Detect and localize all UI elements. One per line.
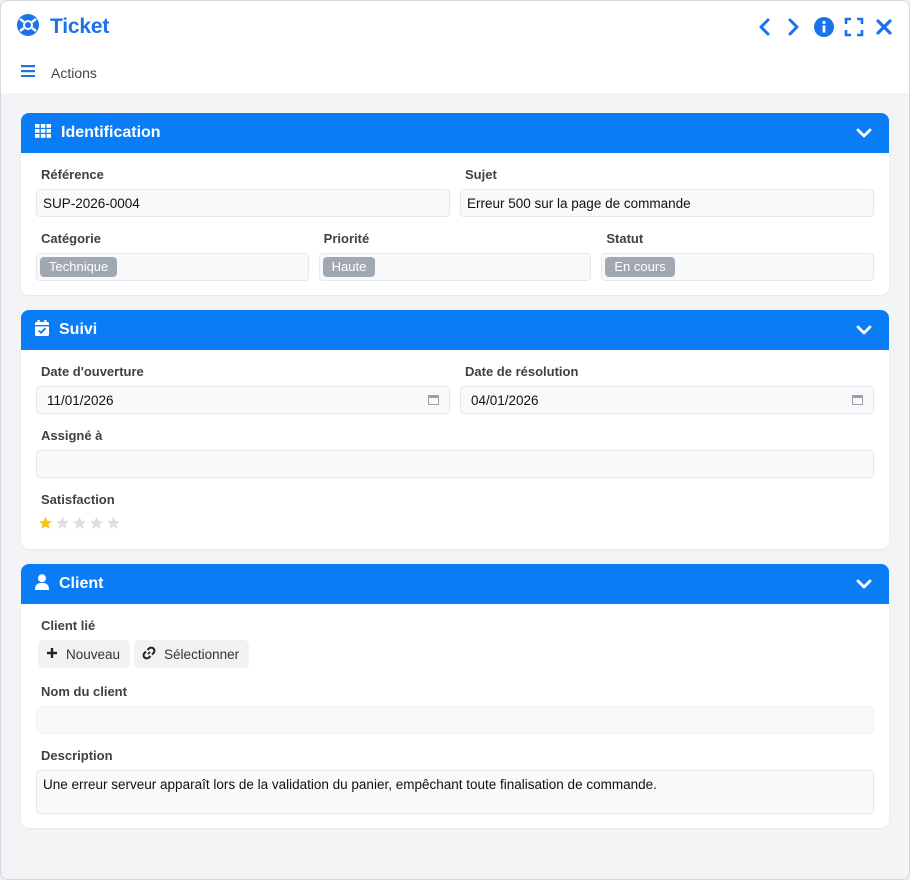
- hamburger-icon[interactable]: [21, 64, 35, 82]
- status-chip: En cours: [605, 257, 675, 277]
- status-label: Statut: [606, 231, 644, 246]
- select-client-button[interactable]: Sélectionner: [134, 640, 250, 668]
- identification-title: Identification: [61, 124, 161, 141]
- description-label: Description: [41, 748, 113, 763]
- star-icon[interactable]: [38, 516, 53, 535]
- reference-field: Référence SUP-2026-0004: [36, 167, 450, 217]
- status-field: Statut En cours: [601, 231, 875, 281]
- priority-label: Priorité: [323, 231, 370, 246]
- user-icon: [35, 573, 49, 595]
- resolution-date-value: 04/01/2026: [471, 392, 539, 408]
- assigned-field: Assigné à: [36, 428, 874, 478]
- new-client-label: Nouveau: [66, 646, 121, 662]
- actions-bar: Actions: [1, 53, 909, 93]
- category-field: Catégorie Technique: [36, 231, 309, 281]
- chevron-down-icon[interactable]: [853, 122, 875, 144]
- resolution-date-input[interactable]: 04/01/2026: [460, 386, 874, 414]
- category-chip: Technique: [40, 257, 118, 277]
- expand-icon[interactable]: [843, 16, 865, 38]
- chevron-right-icon[interactable]: [783, 16, 805, 38]
- assigned-label: Assigné à: [41, 428, 103, 443]
- open-date-label: Date d'ouverture: [41, 364, 144, 379]
- star-icon[interactable]: [55, 516, 70, 535]
- chevron-left-icon[interactable]: [753, 16, 775, 38]
- link-icon: [142, 646, 156, 663]
- subject-input[interactable]: Erreur 500 sur la page de commande: [460, 189, 874, 217]
- select-client-label: Sélectionner: [164, 646, 240, 662]
- calendar-icon[interactable]: [428, 393, 439, 408]
- client-title: Client: [59, 575, 104, 592]
- suivi-title: Suivi: [59, 321, 98, 338]
- client-name-label: Nom du client: [41, 684, 127, 699]
- calendar-icon[interactable]: [852, 393, 863, 408]
- star-icon[interactable]: [89, 516, 104, 535]
- assigned-input[interactable]: [36, 450, 874, 478]
- priority-field: Priorité Haute: [318, 231, 592, 281]
- reference-label: Référence: [41, 167, 104, 182]
- subject-field: Sujet Erreur 500 sur la page de commande: [460, 167, 874, 217]
- description-textarea[interactable]: Une erreur serveur apparaît lors de la v…: [36, 770, 874, 814]
- title-group: Ticket: [16, 13, 109, 42]
- open-date-input[interactable]: 11/01/2026: [36, 386, 450, 414]
- resolution-date-label: Date de résolution: [465, 364, 579, 379]
- client-name-field: Nom du client: [36, 684, 874, 734]
- chevron-down-icon[interactable]: [853, 319, 875, 341]
- resolution-date-field: Date de résolution 04/01/2026: [460, 364, 874, 414]
- actions-menu[interactable]: Actions: [51, 65, 97, 81]
- suivi-header[interactable]: Suivi: [21, 310, 889, 350]
- info-icon[interactable]: [813, 16, 835, 38]
- priority-select[interactable]: Haute: [318, 253, 592, 281]
- satisfaction-field: Satisfaction: [36, 492, 874, 535]
- star-icon[interactable]: [106, 516, 121, 535]
- open-date-field: Date d'ouverture 11/01/2026: [36, 364, 450, 414]
- client-section: Client Client lié Nouveau Sélectionner N…: [21, 564, 889, 828]
- ticket-window: Ticket Actions Identification Référence …: [0, 0, 910, 880]
- category-select[interactable]: Technique: [36, 253, 309, 281]
- status-select[interactable]: En cours: [601, 253, 875, 281]
- calendar-check-icon: [35, 319, 49, 341]
- title-bar: Ticket: [1, 1, 909, 53]
- star-icon[interactable]: [72, 516, 87, 535]
- identification-body: Référence SUP-2026-0004 Sujet Erreur 500…: [21, 153, 889, 295]
- chevron-down-icon[interactable]: [853, 573, 875, 595]
- lifebuoy-icon: [16, 13, 40, 42]
- window-title: Ticket: [50, 15, 110, 38]
- grid-icon: [35, 123, 51, 143]
- satisfaction-rating[interactable]: [36, 516, 874, 535]
- close-icon[interactable]: [873, 16, 895, 38]
- client-body: Client lié Nouveau Sélectionner Nom du c…: [21, 604, 889, 828]
- reference-input[interactable]: SUP-2026-0004: [36, 189, 450, 217]
- window-controls: [753, 16, 895, 38]
- satisfaction-label: Satisfaction: [41, 492, 115, 507]
- linked-client-label: Client lié: [41, 618, 96, 633]
- plus-icon: [46, 647, 58, 662]
- linked-client-field: Client lié Nouveau Sélectionner: [36, 618, 874, 668]
- subject-label: Sujet: [465, 167, 497, 182]
- identification-section: Identification Référence SUP-2026-0004 S…: [21, 113, 889, 295]
- client-header[interactable]: Client: [21, 564, 889, 604]
- suivi-section: Suivi Date d'ouverture 11/01/2026 Date d…: [21, 310, 889, 549]
- form-content: Identification Référence SUP-2026-0004 S…: [1, 93, 909, 828]
- identification-header[interactable]: Identification: [21, 113, 889, 153]
- description-field: Description Une erreur serveur apparaît …: [36, 748, 874, 814]
- priority-chip: Haute: [322, 257, 376, 277]
- new-client-button[interactable]: Nouveau: [38, 640, 131, 668]
- suivi-body: Date d'ouverture 11/01/2026 Date de réso…: [21, 350, 889, 549]
- client-name-input[interactable]: [36, 706, 874, 734]
- category-label: Catégorie: [41, 231, 101, 246]
- open-date-value: 11/01/2026: [47, 392, 114, 408]
